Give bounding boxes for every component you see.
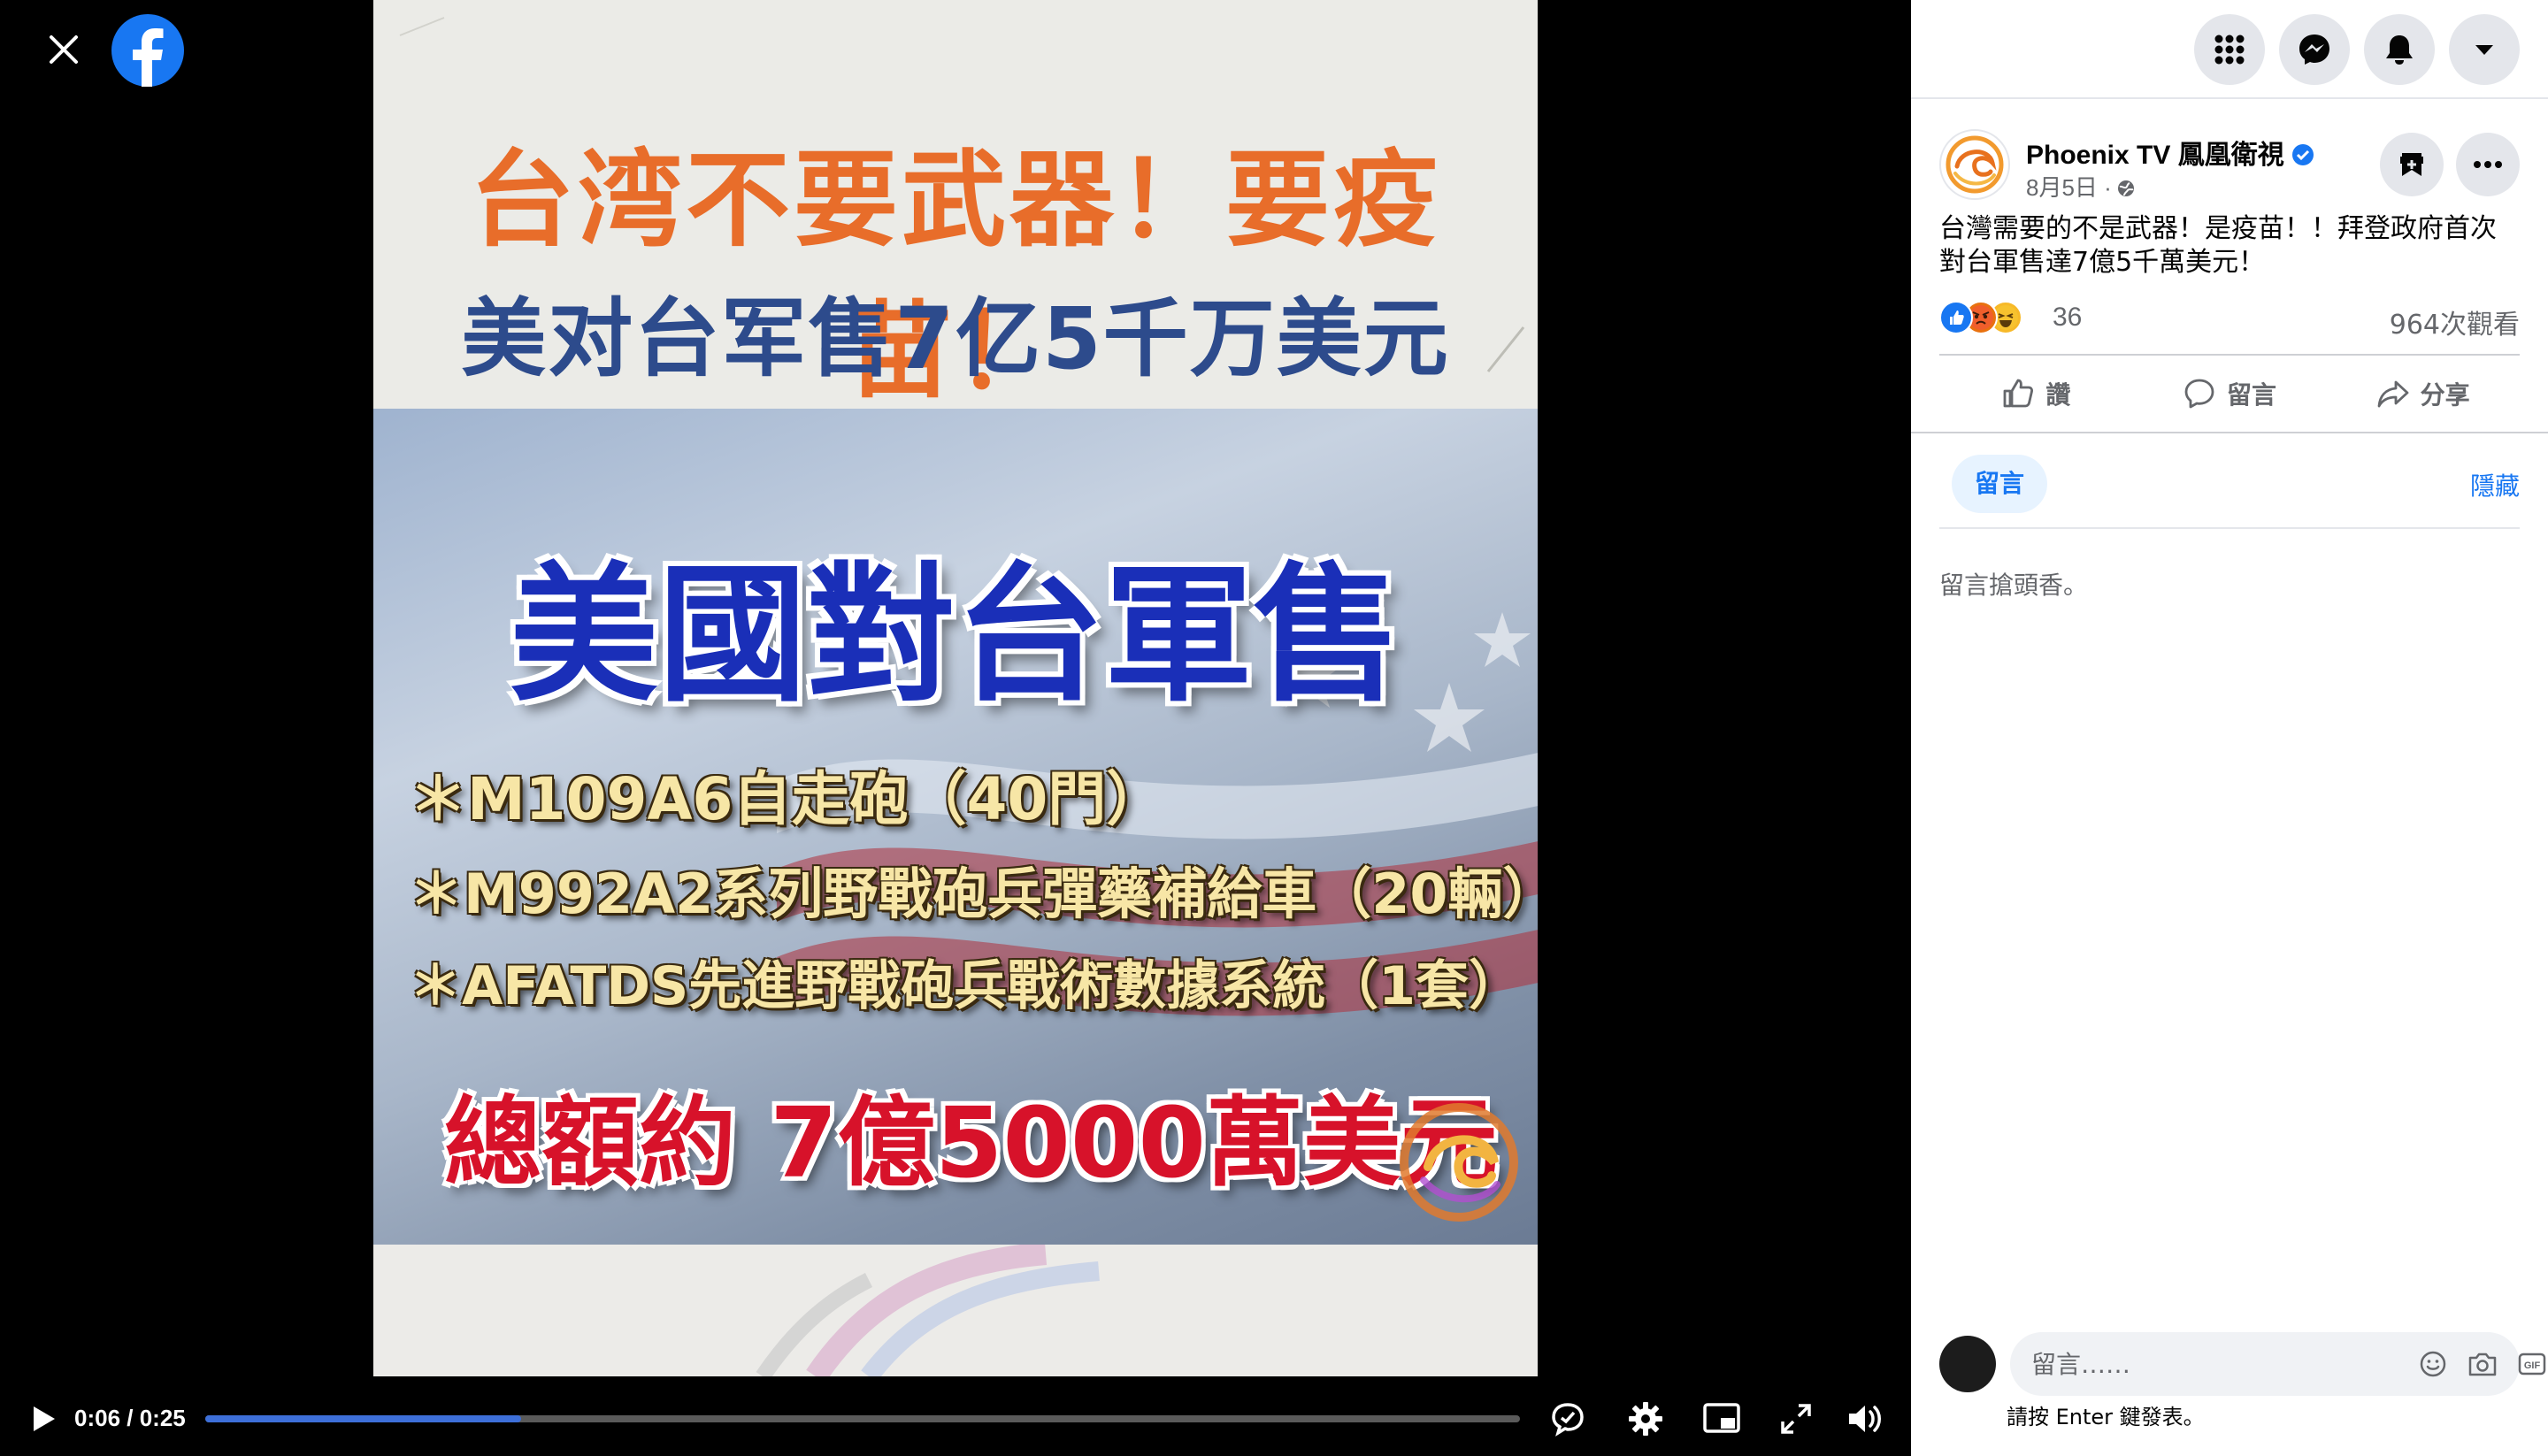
messenger-icon (2299, 34, 2329, 65)
menu-grid-icon (2214, 34, 2245, 65)
panel-item-line: ＊AFATDS先進野戰砲兵戰術數據系統（1套） (409, 955, 1523, 1017)
verified-badge-icon (2291, 144, 2314, 165)
expand-icon (1781, 1404, 1811, 1434)
video-viewer: 台湾不要武器！要疫苗！ 美对台军售7亿5千万美元 美國對台軍售 ＊M109A6自… (0, 0, 1911, 1456)
like-reaction-icon (1939, 301, 1973, 334)
facebook-f-icon (133, 28, 164, 87)
progress-fill (205, 1415, 521, 1422)
top-navigation (1911, 0, 2548, 99)
camera-icon (2468, 1353, 2497, 1376)
more-options-button[interactable] (2456, 133, 2520, 196)
view-count: 964次觀看 (2389, 310, 2520, 341)
tab-divider (1939, 527, 2520, 529)
picture-in-picture-icon (1703, 1403, 1740, 1433)
gear-icon (1629, 1402, 1662, 1436)
tab-comments[interactable]: 留言 (1952, 455, 2048, 513)
facebook-logo-button[interactable] (111, 14, 184, 87)
play-button[interactable] (23, 1399, 62, 1438)
photo-button[interactable] (2467, 1348, 2498, 1380)
emoji-button[interactable] (2417, 1348, 2449, 1380)
post-date-text: 8月5日 · (2026, 174, 2112, 201)
captions-icon (1552, 1403, 1584, 1437)
page-avatar[interactable] (1939, 129, 2010, 200)
panel-total-amount: 總額約 7億5000萬美元 (444, 1086, 1498, 1199)
empty-comments-message: 留言搶頭香。 (1939, 571, 2089, 600)
reactions-summary: 36 964次觀看 (1939, 297, 2520, 341)
video-top-banner: 台湾不要武器！要疫苗！ 美对台军售7亿5千万美元 (373, 0, 1538, 412)
page-name-link[interactable]: Phoenix TV 鳳凰衛視 (2026, 133, 2314, 172)
close-icon (50, 35, 78, 64)
close-button[interactable] (39, 25, 88, 74)
progress-bar[interactable] (205, 1415, 1520, 1422)
picture-in-picture-button[interactable] (1700, 1398, 1743, 1440)
comment-composer: GIF (1939, 1332, 2546, 1396)
volume-icon (1849, 1406, 1881, 1432)
decorative-curves (756, 1245, 1100, 1376)
account-menu-button[interactable] (2449, 14, 2520, 85)
gif-icon: GIF (2518, 1353, 2546, 1376)
more-horizontal-icon (2474, 161, 2502, 168)
volume-button[interactable] (1844, 1398, 1886, 1440)
post-sidebar: Phoenix TV 鳳凰衛視 8月5日 · 台灣需要的不是武器！是疫苗！！拜登… (1911, 0, 2548, 1456)
video-frame[interactable]: 台湾不要武器！要疫苗！ 美对台军售7亿5千万美元 美國對台軍售 ＊M109A6自… (373, 0, 1538, 1376)
notifications-button[interactable] (2364, 14, 2435, 85)
bell-icon (2386, 35, 2413, 65)
enter-hint: 請按 Enter 鍵發表。 (2007, 1405, 2205, 1429)
captions-button[interactable] (1546, 1398, 1589, 1440)
phoenix-logo-icon (1946, 135, 2004, 194)
post-timestamp[interactable]: 8月5日 · (2026, 170, 2137, 203)
hide-comments-link[interactable]: 隱藏 (2470, 467, 2520, 502)
video-bottom-decoration (373, 1245, 1538, 1376)
share-label: 分享 (2420, 380, 2470, 410)
smiley-icon (2420, 1351, 2446, 1377)
gif-button[interactable]: GIF (2516, 1348, 2548, 1380)
news-graphic-panel: 美國對台軍售 ＊M109A6自走砲（40門） ＊M992A2系列野戰砲兵彈藥補給… (373, 409, 1538, 1245)
save-post-button[interactable] (2380, 133, 2444, 196)
panel-item-line: ＊M992A2系列野戰砲兵彈藥補給車（20輛） (409, 862, 1538, 926)
comment-label: 留言 (2227, 380, 2277, 410)
messenger-button[interactable] (2279, 14, 2350, 85)
share-button[interactable]: 分享 (2326, 364, 2520, 423)
user-avatar[interactable] (1939, 1336, 1996, 1392)
menu-button[interactable] (2194, 14, 2265, 85)
settings-button[interactable] (1624, 1398, 1667, 1440)
share-arrow-icon (2377, 380, 2409, 408)
caret-down-icon (2475, 45, 2493, 55)
post-body-text: 台灣需要的不是武器！是疫苗！！拜登政府首次對台軍售達7億5千萬美元！ (1939, 213, 2497, 278)
page-name-text: Phoenix TV 鳳凰衛視 (2026, 141, 2284, 170)
play-icon (34, 1406, 55, 1431)
comment-button[interactable]: 留言 (2133, 364, 2327, 423)
divider (1939, 354, 2520, 356)
svg-text:GIF: GIF (2524, 1360, 2541, 1371)
like-button[interactable]: 讚 (1939, 364, 2133, 423)
video-controls-bar: 0:06 / 0:25 (0, 1385, 1911, 1456)
bookmark-add-icon (2400, 153, 2423, 176)
post-actions: 讚 留言 分享 (1939, 364, 2520, 423)
fullscreen-button[interactable] (1775, 1398, 1817, 1440)
video-headline-secondary: 美对台军售7亿5千万美元 (461, 289, 1450, 388)
reaction-count[interactable]: 36 (2053, 303, 2082, 333)
panel-item-line: ＊M109A6自走砲（40門） (409, 765, 1165, 833)
time-readout: 0:06 / 0:25 (74, 1405, 186, 1431)
panel-title: 美國對台軍售 (510, 548, 1401, 722)
post-header: Phoenix TV 鳳凰衛視 8月5日 · (1939, 129, 2520, 209)
thumbs-up-icon (2003, 379, 2034, 408)
globe-icon (2117, 180, 2134, 196)
divider (1911, 432, 2548, 433)
comment-bubble-icon (2184, 379, 2214, 409)
like-label: 讚 (2045, 380, 2071, 410)
phoenix-watermark-logo (1400, 1103, 1518, 1222)
